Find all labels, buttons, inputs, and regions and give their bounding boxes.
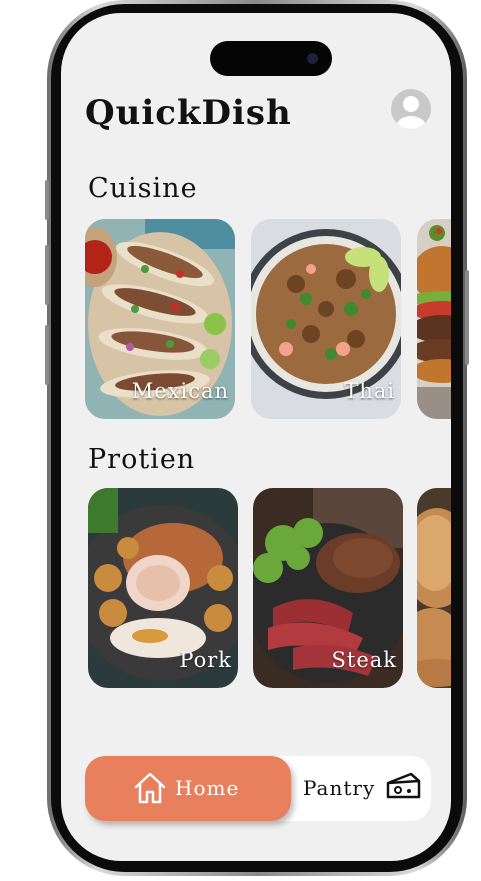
user-avatar-icon[interactable] bbox=[391, 89, 431, 129]
protein-section-title: Protien bbox=[88, 444, 196, 475]
cheese-icon[interactable] bbox=[385, 771, 421, 801]
camera-icon bbox=[307, 53, 318, 64]
protein-card-label: Steak bbox=[331, 648, 397, 672]
home-nav-button[interactable]: Home bbox=[85, 756, 291, 821]
burger-food-image bbox=[417, 219, 451, 419]
app-screen: QuickDish Cuisine Mexican Thai Protien P… bbox=[61, 13, 451, 861]
protein-card-pork[interactable]: Pork bbox=[88, 488, 238, 688]
power-button bbox=[465, 270, 469, 365]
chicken-food-image bbox=[417, 488, 451, 688]
volume-up-button bbox=[45, 245, 49, 305]
cuisine-card-mexican[interactable]: Mexican bbox=[85, 219, 235, 419]
pantry-nav-label[interactable]: Pantry bbox=[303, 776, 375, 800]
cuisine-card-thai[interactable]: Thai bbox=[251, 219, 401, 419]
protein-card-chicken[interactable] bbox=[417, 488, 451, 688]
protein-card-steak[interactable]: Steak bbox=[253, 488, 403, 688]
cuisine-card-label: Thai bbox=[344, 379, 395, 403]
cuisine-section-title: Cuisine bbox=[88, 173, 198, 204]
phone-frame: QuickDish Cuisine Mexican Thai Protien P… bbox=[47, 0, 467, 876]
home-nav-label: Home bbox=[175, 776, 240, 800]
bottom-nav: Home Pantry bbox=[85, 756, 431, 821]
home-icon bbox=[134, 772, 166, 804]
protein-card-label: Pork bbox=[179, 648, 232, 672]
cuisine-card-label: Mexican bbox=[131, 379, 229, 403]
dynamic-island bbox=[210, 41, 332, 76]
app-title: QuickDish bbox=[85, 93, 292, 133]
cuisine-card-burger[interactable] bbox=[417, 219, 451, 419]
side-button bbox=[45, 180, 49, 220]
volume-down-button bbox=[45, 325, 49, 385]
